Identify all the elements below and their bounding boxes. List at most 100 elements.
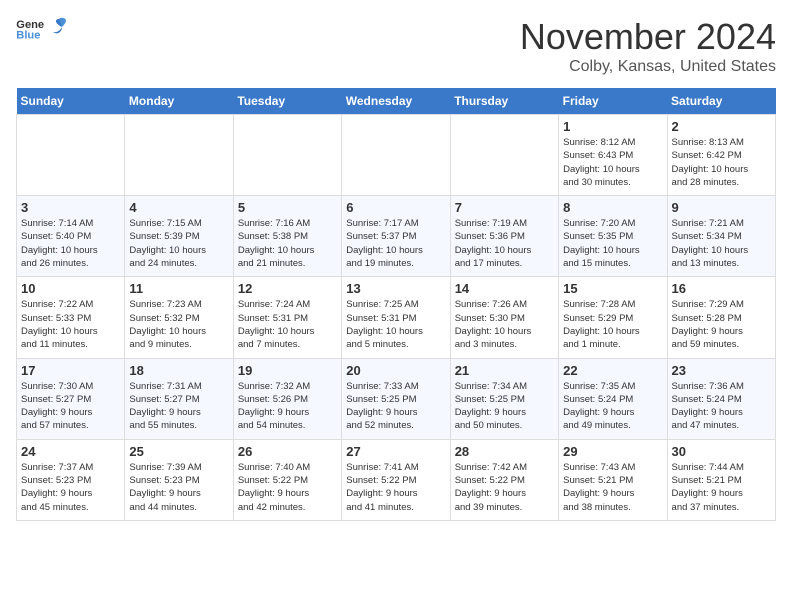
day-info: Sunrise: 7:23 AM Sunset: 5:32 PM Dayligh… <box>129 298 228 351</box>
day-number: 3 <box>21 200 120 215</box>
calendar-cell: 24 Sunrise: 7:37 AM Sunset: 5:23 PM Dayli… <box>17 439 125 520</box>
day-info: Sunrise: 7:31 AM Sunset: 5:27 PM Dayligh… <box>129 380 228 433</box>
day-info: Sunrise: 8:13 AM Sunset: 6:42 PM Dayligh… <box>672 136 771 189</box>
day-info: Sunrise: 7:42 AM Sunset: 5:22 PM Dayligh… <box>455 461 554 514</box>
day-info: Sunrise: 7:17 AM Sunset: 5:37 PM Dayligh… <box>346 217 445 270</box>
calendar-cell: 13Sunrise: 7:25 AM Sunset: 5:31 PM Dayli… <box>342 277 450 358</box>
weekday-header-friday: Friday <box>559 88 667 115</box>
day-info: Sunrise: 7:33 AM Sunset: 5:25 PM Dayligh… <box>346 380 445 433</box>
weekday-header-sunday: Sunday <box>17 88 125 115</box>
calendar-cell: 26Sunrise: 7:40 AM Sunset: 5:22 PM Dayli… <box>233 439 341 520</box>
calendar-cell: 15 Sunrise: 7:28 AM Sunset: 5:29 PM Dayli… <box>559 277 667 358</box>
day-number: 6 <box>346 200 445 215</box>
day-number: 11 <box>129 281 228 296</box>
day-info: Sunrise: 7:14 AM Sunset: 5:40 PM Dayligh… <box>21 217 120 270</box>
day-info: Sunrise: 7:15 AM Sunset: 5:39 PM Dayligh… <box>129 217 228 270</box>
day-info: Sunrise: 8:12 AM Sunset: 6:43 PM Dayligh… <box>563 136 662 189</box>
day-info: Sunrise: 7:22 AM Sunset: 5:33 PM Dayligh… <box>21 298 120 351</box>
calendar-cell: 30Sunrise: 7:44 AM Sunset: 5:21 PM Dayli… <box>667 439 775 520</box>
calendar-cell: 28 Sunrise: 7:42 AM Sunset: 5:22 PM Dayli… <box>450 439 558 520</box>
weekday-header-tuesday: Tuesday <box>233 88 341 115</box>
location-title: Colby, Kansas, United States <box>520 58 776 76</box>
day-info: Sunrise: 7:41 AM Sunset: 5:22 PM Dayligh… <box>346 461 445 514</box>
calendar-cell: 4Sunrise: 7:15 AM Sunset: 5:39 PM Daylig… <box>125 196 233 277</box>
calendar-cell: 7 Sunrise: 7:19 AM Sunset: 5:36 PM Daylig… <box>450 196 558 277</box>
day-number: 13 <box>346 281 445 296</box>
calendar-cell: 5Sunrise: 7:16 AM Sunset: 5:38 PM Daylig… <box>233 196 341 277</box>
day-number: 24 <box>21 444 120 459</box>
day-number: 17 <box>21 363 120 378</box>
day-number: 8 <box>563 200 662 215</box>
calendar-week-row: 17 Sunrise: 7:30 AM Sunset: 5:27 PM Dayli… <box>17 358 776 439</box>
day-number: 20 <box>346 363 445 378</box>
calendar-cell: 10 Sunrise: 7:22 AM Sunset: 5:33 PM Dayli… <box>17 277 125 358</box>
day-number: 15 <box>563 281 662 296</box>
day-info: Sunrise: 7:39 AM Sunset: 5:23 PM Dayligh… <box>129 461 228 514</box>
calendar-cell: 17 Sunrise: 7:30 AM Sunset: 5:27 PM Dayli… <box>17 358 125 439</box>
page-header: General Blue November 2024 Colby, Kansas… <box>16 16 776 76</box>
calendar-week-row: 1 Sunrise: 8:12 AM Sunset: 6:43 PM Daylig… <box>17 115 776 196</box>
logo-bird-icon <box>48 17 70 39</box>
day-number: 25 <box>129 444 228 459</box>
day-number: 27 <box>346 444 445 459</box>
day-info: Sunrise: 7:19 AM Sunset: 5:36 PM Dayligh… <box>455 217 554 270</box>
calendar-cell: 18 Sunrise: 7:31 AM Sunset: 5:27 PM Dayli… <box>125 358 233 439</box>
calendar-cell: 11 Sunrise: 7:23 AM Sunset: 5:32 PM Dayli… <box>125 277 233 358</box>
calendar-cell: 22Sunrise: 7:35 AM Sunset: 5:24 PM Dayli… <box>559 358 667 439</box>
day-info: Sunrise: 7:20 AM Sunset: 5:35 PM Dayligh… <box>563 217 662 270</box>
day-info: Sunrise: 7:36 AM Sunset: 5:24 PM Dayligh… <box>672 380 771 433</box>
day-info: Sunrise: 7:35 AM Sunset: 5:24 PM Dayligh… <box>563 380 662 433</box>
calendar-week-row: 10 Sunrise: 7:22 AM Sunset: 5:33 PM Dayli… <box>17 277 776 358</box>
weekday-header-row: SundayMondayTuesdayWednesdayThursdayFrid… <box>17 88 776 115</box>
calendar-cell: 29 Sunrise: 7:43 AM Sunset: 5:21 PM Dayli… <box>559 439 667 520</box>
day-info: Sunrise: 7:16 AM Sunset: 5:38 PM Dayligh… <box>238 217 337 270</box>
day-number: 16 <box>672 281 771 296</box>
calendar-cell: 2 Sunrise: 8:13 AM Sunset: 6:42 PM Daylig… <box>667 115 775 196</box>
calendar-cell: 20 Sunrise: 7:33 AM Sunset: 5:25 PM Dayli… <box>342 358 450 439</box>
calendar-cell <box>450 115 558 196</box>
calendar-cell: 27 Sunrise: 7:41 AM Sunset: 5:22 PM Dayli… <box>342 439 450 520</box>
calendar-week-row: 3 Sunrise: 7:14 AM Sunset: 5:40 PM Daylig… <box>17 196 776 277</box>
calendar-cell: 19 Sunrise: 7:32 AM Sunset: 5:26 PM Dayli… <box>233 358 341 439</box>
calendar-cell: 14 Sunrise: 7:26 AM Sunset: 5:30 PM Dayli… <box>450 277 558 358</box>
day-number: 28 <box>455 444 554 459</box>
day-number: 7 <box>455 200 554 215</box>
calendar-cell: 21Sunrise: 7:34 AM Sunset: 5:25 PM Dayli… <box>450 358 558 439</box>
calendar-cell: 12Sunrise: 7:24 AM Sunset: 5:31 PM Dayli… <box>233 277 341 358</box>
calendar-cell: 1 Sunrise: 8:12 AM Sunset: 6:43 PM Daylig… <box>559 115 667 196</box>
calendar-cell: 23Sunrise: 7:36 AM Sunset: 5:24 PM Dayli… <box>667 358 775 439</box>
weekday-header-saturday: Saturday <box>667 88 775 115</box>
day-number: 21 <box>455 363 554 378</box>
calendar-cell <box>125 115 233 196</box>
svg-text:Blue: Blue <box>16 29 40 40</box>
day-info: Sunrise: 7:29 AM Sunset: 5:28 PM Dayligh… <box>672 298 771 351</box>
calendar-cell: 16 Sunrise: 7:29 AM Sunset: 5:28 PM Dayli… <box>667 277 775 358</box>
day-info: Sunrise: 7:26 AM Sunset: 5:30 PM Dayligh… <box>455 298 554 351</box>
weekday-header-wednesday: Wednesday <box>342 88 450 115</box>
calendar-cell <box>342 115 450 196</box>
day-number: 14 <box>455 281 554 296</box>
day-number: 2 <box>672 119 771 134</box>
calendar-cell: 9 Sunrise: 7:21 AM Sunset: 5:34 PM Daylig… <box>667 196 775 277</box>
title-section: November 2024 Colby, Kansas, United Stat… <box>520 16 776 76</box>
day-number: 1 <box>563 119 662 134</box>
logo-icon: General Blue <box>16 16 44 40</box>
day-number: 29 <box>563 444 662 459</box>
day-info: Sunrise: 7:43 AM Sunset: 5:21 PM Dayligh… <box>563 461 662 514</box>
day-info: Sunrise: 7:21 AM Sunset: 5:34 PM Dayligh… <box>672 217 771 270</box>
day-number: 10 <box>21 281 120 296</box>
day-number: 26 <box>238 444 337 459</box>
day-info: Sunrise: 7:30 AM Sunset: 5:27 PM Dayligh… <box>21 380 120 433</box>
calendar-cell: 6 Sunrise: 7:17 AM Sunset: 5:37 PM Daylig… <box>342 196 450 277</box>
day-number: 9 <box>672 200 771 215</box>
calendar-week-row: 24 Sunrise: 7:37 AM Sunset: 5:23 PM Dayli… <box>17 439 776 520</box>
day-number: 12 <box>238 281 337 296</box>
day-info: Sunrise: 7:37 AM Sunset: 5:23 PM Dayligh… <box>21 461 120 514</box>
day-info: Sunrise: 7:32 AM Sunset: 5:26 PM Dayligh… <box>238 380 337 433</box>
logo: General Blue <box>16 16 70 40</box>
calendar-cell: 8 Sunrise: 7:20 AM Sunset: 5:35 PM Daylig… <box>559 196 667 277</box>
day-info: Sunrise: 7:28 AM Sunset: 5:29 PM Dayligh… <box>563 298 662 351</box>
weekday-header-thursday: Thursday <box>450 88 558 115</box>
day-number: 19 <box>238 363 337 378</box>
day-number: 18 <box>129 363 228 378</box>
